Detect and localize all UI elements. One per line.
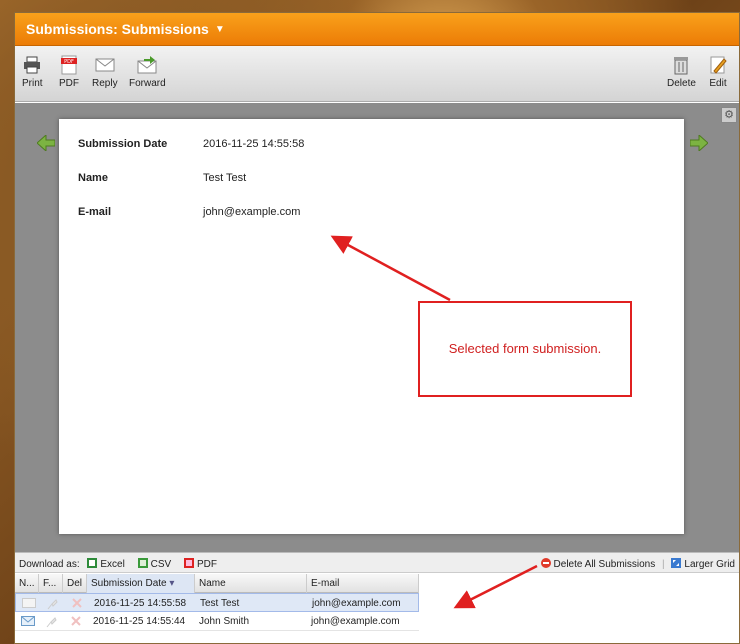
- delete-row-icon[interactable]: [67, 612, 81, 631]
- chevron-down-icon[interactable]: ▼: [215, 24, 225, 35]
- expand-icon: [671, 558, 682, 568]
- column-header-submission-date[interactable]: Submission Date ▾: [87, 574, 195, 593]
- delete-all-button[interactable]: Delete All Submissions: [540, 558, 656, 570]
- submissions-grid: N... F... Del Submission Date ▾ Name E-m…: [15, 574, 419, 631]
- larger-grid-button[interactable]: Larger Grid: [671, 558, 735, 570]
- cell-date: 2016-11-25 14:55:44: [93, 616, 186, 627]
- forward-button[interactable]: Forward: [129, 55, 166, 89]
- pdf-download[interactable]: PDF: [183, 558, 222, 570]
- print-label: Print: [22, 78, 43, 89]
- reply-label: Reply: [92, 78, 118, 89]
- unread-envelope-icon: [17, 612, 35, 631]
- cell-date: 2016-11-25 14:55:58: [94, 598, 187, 609]
- csv-label: CSV: [150, 559, 172, 570]
- window-titlebar[interactable]: Submissions: Submissions ▼: [15, 13, 739, 46]
- field-label: Submission Date: [78, 138, 168, 150]
- download-as-label: Download as:: [19, 559, 80, 570]
- column-header-flag[interactable]: F...: [39, 574, 63, 593]
- csv-icon: [137, 558, 148, 568]
- field-label: Name: [78, 172, 108, 184]
- next-arrow-icon[interactable]: [690, 135, 708, 151]
- edit-label: Edit: [709, 78, 727, 89]
- field-value: 2016-11-25 14:55:58: [203, 138, 305, 150]
- cell-name: John Smith: [199, 616, 250, 627]
- larger-grid-label: Larger Grid: [684, 559, 735, 570]
- trash-icon: [674, 57, 689, 75]
- field-value: Test Test: [203, 172, 247, 184]
- sort-desc-icon: ▾: [169, 578, 175, 589]
- table-row[interactable]: 2016-11-25 14:55:44 John Smith john@exam…: [15, 612, 419, 631]
- forward-label: Forward: [129, 78, 166, 89]
- column-header-label: Submission Date: [91, 578, 167, 589]
- field-value: john@example.com: [203, 206, 301, 218]
- pdf-button[interactable]: PDF PDF: [59, 55, 79, 89]
- read-envelope-icon: [18, 594, 36, 613]
- pdf-icon: PDF: [61, 55, 77, 75]
- cell-email: john@example.com: [312, 598, 401, 609]
- print-button[interactable]: Print: [22, 55, 43, 89]
- delete-label: Delete: [667, 78, 696, 89]
- pdf-small-icon: [183, 558, 194, 568]
- delete-circle-icon: [540, 558, 551, 568]
- svg-text:PDF: PDF: [64, 59, 74, 65]
- cell-email: john@example.com: [311, 616, 400, 627]
- column-header-name[interactable]: Name: [195, 574, 307, 593]
- grid-header: N... F... Del Submission Date ▾ Name E-m…: [15, 574, 419, 593]
- download-options: Download as: Excel CSV PDF: [19, 558, 227, 570]
- printer-icon: [24, 56, 41, 74]
- column-header-new[interactable]: N...: [15, 574, 39, 593]
- separator: |: [662, 559, 665, 570]
- csv-download[interactable]: CSV: [137, 558, 177, 570]
- excel-download[interactable]: Excel: [87, 558, 129, 570]
- column-header-email[interactable]: E-mail: [307, 574, 419, 593]
- excel-icon: [87, 558, 98, 568]
- excel-label: Excel: [100, 559, 125, 570]
- previous-arrow-icon[interactable]: [37, 135, 55, 151]
- forward-envelope-icon: [137, 56, 157, 74]
- grid-toolbar: Download as: Excel CSV PDF Delete All Su…: [15, 552, 739, 573]
- reply-button[interactable]: Reply: [92, 55, 118, 89]
- pencil-icon: [710, 56, 727, 74]
- table-row[interactable]: 2016-11-25 14:55:58 Test Test john@examp…: [15, 593, 419, 612]
- flag-icon[interactable]: [42, 594, 58, 613]
- gear-icon[interactable]: ⚙: [721, 107, 737, 123]
- edit-button[interactable]: Edit: [708, 55, 728, 89]
- pdf-download-label: PDF: [196, 559, 217, 570]
- grid-actions: Delete All Submissions | Larger Grid: [540, 558, 735, 570]
- toolbar: Print PDF PDF Reply Forward Delete Edit: [15, 46, 739, 102]
- delete-all-label: Delete All Submissions: [553, 559, 656, 570]
- column-header-del[interactable]: Del: [63, 574, 87, 593]
- submissions-window: Submissions: Submissions ▼ Print PDF PDF …: [14, 12, 740, 644]
- window-title: Submissions: Submissions: [26, 21, 209, 37]
- delete-button[interactable]: Delete: [667, 55, 696, 89]
- submission-viewer: ⚙ Submission Date 2016-11-25 14:55:58 Na…: [15, 103, 739, 552]
- field-label: E-mail: [78, 206, 112, 218]
- envelope-icon: [95, 58, 115, 72]
- cell-name: Test Test: [200, 598, 240, 609]
- flag-icon[interactable]: [41, 612, 57, 631]
- delete-row-icon[interactable]: [68, 594, 82, 613]
- pdf-label: PDF: [59, 78, 79, 89]
- annotation-callout: Selected form submission.: [418, 301, 632, 397]
